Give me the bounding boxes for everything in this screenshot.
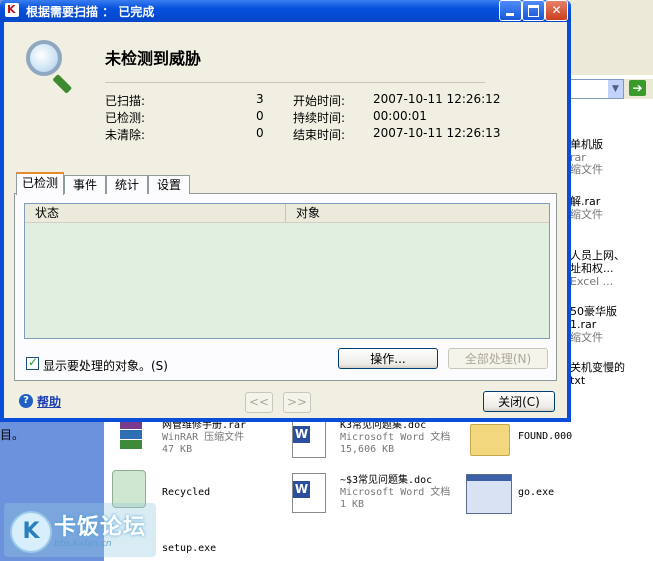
bg-file-entry[interactable]: Recycled (162, 487, 210, 499)
tab-statistics[interactable]: 统计 (106, 175, 148, 194)
time-label-start: 开始时间: (293, 94, 346, 108)
help-link[interactable]: 帮助 (37, 393, 61, 410)
help-icon[interactable]: ? (19, 394, 33, 408)
action-button[interactable]: 操作... (338, 348, 438, 369)
show-objects-checkbox[interactable]: ✓ (26, 355, 39, 370)
forum-watermark: K 卡饭论坛 bbs.kafan.cn (4, 503, 156, 557)
detected-objects-list[interactable]: 状态 对象 (24, 203, 550, 339)
address-combo[interactable]: ▼ (570, 79, 624, 99)
explorer-address-bar: ▼ ➔ (570, 79, 653, 99)
time-value-duration: 00:00:01 (373, 109, 427, 123)
stat-value-detected: 0 (256, 109, 264, 123)
stat-label-uncleaned: 未清除: (105, 128, 146, 142)
rar-archive-icon[interactable] (118, 420, 144, 450)
checkmark-icon: ✓ (28, 355, 39, 369)
bg-file-label: 缩文件 (570, 163, 603, 176)
watermark-url: bbs.kafan.cn (54, 539, 112, 549)
window-title: 根据需要扫描 ： 已完成 (26, 5, 155, 19)
title-bar[interactable]: K 根据需要扫描 ： 已完成 ✕ (0, 0, 571, 22)
bg-file-entry[interactable]: go.exe (518, 487, 554, 499)
column-header-object[interactable]: 对象 (286, 204, 546, 222)
kaspersky-app-icon: K (5, 3, 19, 17)
time-label-duration: 持续时间: (293, 111, 346, 125)
explorer-toolbar (570, 0, 653, 75)
maximize-icon (528, 5, 539, 17)
process-all-button[interactable]: 全部处理(N) (448, 348, 548, 369)
tab-detected[interactable]: 已检测 (16, 172, 64, 195)
scan-magnifier-icon (24, 38, 78, 94)
word-document-icon[interactable]: W (292, 473, 326, 513)
chevron-down-icon[interactable]: ▼ (608, 80, 623, 98)
bg-file-entry[interactable]: FOUND.000 (518, 431, 572, 443)
watermark-title: 卡饭论坛 (54, 515, 147, 540)
stat-value-uncleaned: 0 (256, 126, 264, 140)
bg-file-entry[interactable]: K3常见问题集.doc Microsoft Word 文档 15,606 KB (340, 420, 450, 456)
maximize-button[interactable] (522, 0, 545, 21)
list-header: 状态 对象 (25, 204, 549, 223)
bg-file-label[interactable]: 单机版 rar (570, 138, 603, 164)
go-arrow-icon[interactable]: ➔ (629, 80, 646, 96)
task-pane-text: 目。 (0, 428, 25, 442)
bg-file-label: 缩文件 (570, 331, 603, 344)
bg-file-label[interactable]: 人员上网、 址和权... (570, 249, 625, 275)
tab-events[interactable]: 事件 (64, 175, 106, 194)
scan-window: K 根据需要扫描 ： 已完成 ✕ 未检测到威胁 已扫描: 3 开始时间: 200… (0, 0, 571, 422)
bg-file-label[interactable]: 50豪华版 1.rar (570, 305, 617, 331)
minimize-button[interactable] (499, 0, 522, 21)
forward-button[interactable]: >> (283, 392, 311, 413)
close-icon: ✕ (551, 3, 562, 17)
bg-file-entry[interactable]: 网管维修手册.rar WinRAR 压缩文件 47 KB (162, 420, 246, 456)
bg-file-entry[interactable]: ~$3常见问题集.doc Microsoft Word 文档 1 KB (340, 475, 450, 511)
time-label-end: 结束时间: (293, 128, 346, 142)
time-value-end: 2007-10-11 12:26:13 (373, 126, 501, 140)
bg-file-label[interactable]: 解.rar 缩文件 (570, 195, 603, 221)
bg-file-label: Excel ... (570, 275, 614, 288)
stat-value-scanned: 3 (256, 92, 264, 106)
forum-logo-icon: K (10, 511, 52, 553)
close-button[interactable]: 关闭(C) (483, 391, 555, 412)
stat-label-scanned: 已扫描: (105, 94, 146, 108)
folder-icon[interactable] (470, 424, 510, 456)
application-window-icon[interactable] (466, 474, 512, 514)
column-header-status[interactable]: 状态 (25, 204, 286, 222)
stat-label-detected: 已检测: (105, 111, 146, 125)
show-objects-label[interactable]: 显示要处理的对象。(S) (43, 357, 168, 374)
close-window-button[interactable]: ✕ (545, 0, 568, 21)
time-value-start: 2007-10-11 12:26:12 (373, 92, 501, 106)
divider (105, 82, 485, 83)
word-document-icon[interactable]: W (292, 418, 326, 458)
bg-file-entry[interactable]: setup.exe (162, 543, 216, 555)
minimize-icon (506, 13, 514, 16)
scan-result-title: 未检测到威胁 (105, 49, 202, 68)
back-button[interactable]: << (245, 392, 273, 413)
tab-settings[interactable]: 设置 (148, 175, 190, 194)
bg-file-label[interactable]: 关机变慢的 txt (570, 361, 625, 387)
